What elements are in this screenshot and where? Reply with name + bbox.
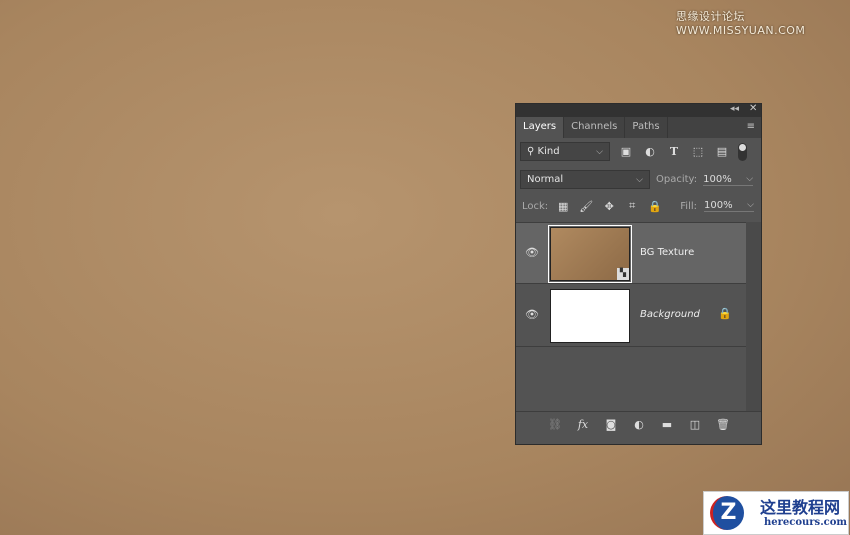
layer-row-bg-texture[interactable]: 👁 ▚ BG Texture [516,222,746,284]
panel-tabs: Layers Channels Paths ≡ [516,117,761,138]
logo-z-icon: Z [710,496,744,530]
layer-name[interactable]: Background [640,309,700,320]
layer-row-background[interactable]: 👁 Background 🔒 [516,285,746,347]
opacity-value: 100% [703,173,732,185]
tab-paths[interactable]: Paths [625,117,668,138]
adjustment-filter-icon[interactable]: ◐ [642,145,658,158]
layer-lock-icon: 🔒 [718,307,732,320]
fill-input[interactable]: 100% ⌵ [704,200,754,212]
layer-thumbnail [550,289,630,343]
logo-name: 这里教程网 [760,498,841,517]
fill-label: Fill: [680,200,697,212]
lock-all-icon[interactable]: 🔒 [647,200,663,213]
logo-url: herecours.com [764,517,848,528]
lock-label: Lock: [522,200,549,212]
site-logo: Z 这里教程网 herecours.com [703,491,849,535]
panel-header: ◂◂ ✕ [516,103,761,117]
blend-mode-value: Normal [527,174,564,185]
chevron-down-icon: ⌵ [596,146,603,157]
lock-transparent-icon[interactable]: ▦ [555,200,571,213]
lock-position-move-icon[interactable]: ✥ [601,200,617,213]
fx-icon[interactable]: fx [575,418,591,437]
layers-panel: ◂◂ ✕ Layers Channels Paths ≡ ⚲ Kind ⌵ ▣ ◐… [515,103,762,445]
tab-channels[interactable]: Channels [564,117,626,138]
delete-trash-icon[interactable]: 🗑 [715,418,731,437]
layer-thumbnail: ▚ [548,225,632,283]
filter-toggle[interactable] [738,142,747,161]
lock-artboard-icon[interactable]: ⌗ [624,199,640,213]
new-group-folder-icon[interactable]: ▬ [659,418,675,437]
blend-mode-select[interactable]: Normal ⌵ [520,170,650,189]
layers-scrollbar[interactable] [746,222,761,411]
panel-menu-icon[interactable]: ≡ [741,117,761,138]
chevron-down-icon[interactable]: ⌵ [746,174,753,185]
filter-kind-label: Kind [537,146,560,157]
smart-object-filter-icon[interactable]: ▤ [714,145,730,158]
close-icon[interactable]: ✕ [749,103,757,114]
opacity-label: Opacity: [656,174,698,185]
layer-name[interactable]: BG Texture [640,247,694,258]
adjustment-layer-icon[interactable]: ◐ [631,418,647,437]
link-layers-icon[interactable]: ⛓ [547,418,563,437]
add-mask-icon[interactable]: ◙ [603,418,619,437]
fill-value: 100% [704,200,733,211]
type-filter-icon[interactable]: T [666,145,682,158]
filter-kind-select[interactable]: ⚲ Kind ⌵ [520,142,610,161]
new-layer-icon[interactable]: ◫ [687,418,703,437]
chevron-down-icon[interactable]: ⌵ [747,200,754,211]
visibility-eye-icon[interactable]: 👁 [525,246,539,259]
tab-layers[interactable]: Layers [516,117,565,138]
shape-filter-icon[interactable]: ⬚ [690,145,706,158]
panel-footer: ⛓ fx ◙ ◐ ▬ ◫ 🗑 [516,411,761,437]
search-icon: ⚲ [527,146,538,157]
collapse-icon[interactable]: ◂◂ [730,104,739,114]
watermark: 思缘设计论坛 WWW.MISSYUAN.COM [676,10,806,37]
opacity-input[interactable]: 100% ⌵ [703,173,754,186]
smart-object-icon: ▚ [617,268,629,280]
pixel-filter-icon[interactable]: ▣ [618,145,634,158]
chevron-down-icon: ⌵ [636,174,643,185]
lock-image-brush-icon[interactable]: 🖌 [578,200,594,213]
visibility-eye-icon[interactable]: 👁 [525,308,539,321]
